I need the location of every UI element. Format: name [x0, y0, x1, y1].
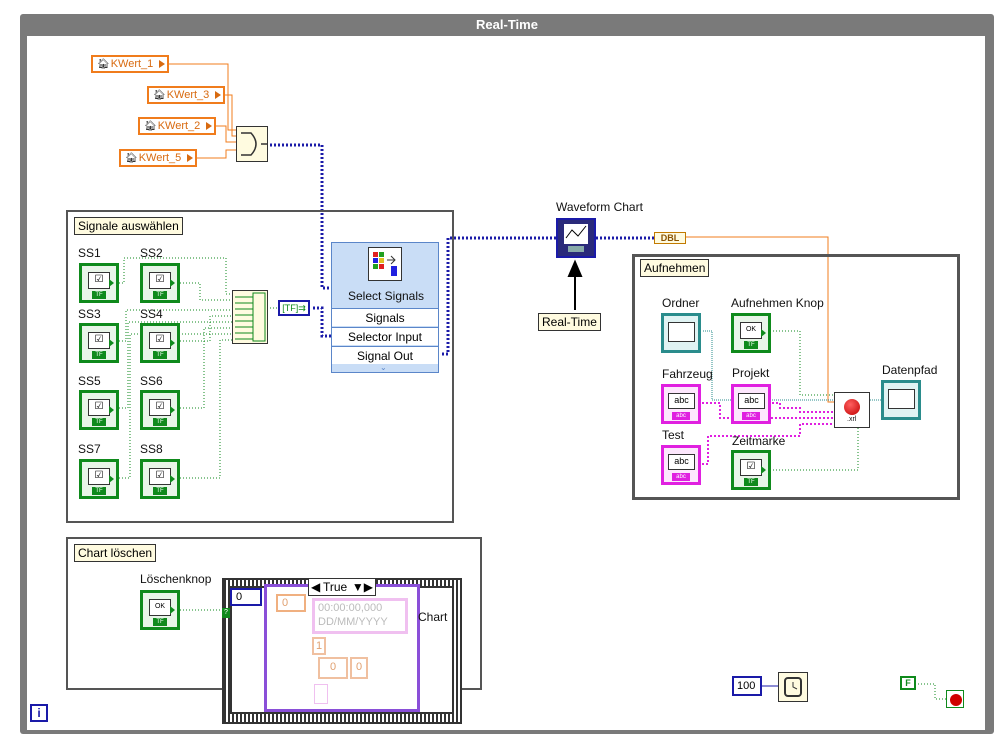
loeschenknop-label: Löschenknop	[140, 572, 212, 586]
index-constant[interactable]: 0	[230, 588, 262, 606]
kwert-1-constant[interactable]: 🏠︎KWert_1	[91, 55, 170, 73]
record-icon	[844, 399, 860, 415]
write-file-subvi[interactable]: .xrl	[834, 392, 870, 428]
clock-icon	[784, 677, 802, 697]
select-signals-vi[interactable]: Select Signals Signals Selector Input Si…	[331, 242, 439, 373]
dbl-coercion-badge: DBL	[654, 232, 686, 244]
case-selector[interactable]: ◀ True ▼▶	[308, 578, 376, 596]
empty-cluster	[314, 684, 328, 704]
loeschenknop-button[interactable]: OK TF	[140, 590, 180, 630]
ss8-switch[interactable]: ☑ TF	[140, 459, 180, 499]
stop-false-constant[interactable]: F	[900, 676, 916, 690]
kwert-5-constant[interactable]: 🏠︎KWert_5	[119, 149, 198, 167]
to-dynamic-converter[interactable]: [TF]⇉	[278, 300, 310, 316]
waveform-chart-label: Waveform Chart	[556, 200, 643, 214]
signal-out-port[interactable]: Signal Out	[332, 346, 438, 364]
datenpfad-path-indicator[interactable]	[881, 380, 921, 420]
ss1-switch[interactable]: ☑ TF	[79, 263, 119, 303]
kwert-2-constant[interactable]: 🏠︎KWert_2	[138, 117, 217, 135]
ss5-switch[interactable]: ☑ TF	[79, 390, 119, 430]
wait-timer-node[interactable]	[778, 672, 808, 702]
bool-build-array-node[interactable]	[232, 290, 268, 344]
stop-icon	[950, 694, 962, 706]
chart-icon	[564, 224, 588, 252]
zero-constant-b: 0	[350, 657, 368, 679]
timestamp-constant: 00:00:00,000 DD/MM/YYYY	[312, 598, 408, 634]
ss8-label: SS8	[140, 442, 163, 456]
waveform-chart-terminal[interactable]	[556, 218, 596, 258]
home-icon: 🏠︎	[97, 59, 110, 70]
ordner-label: Ordner	[662, 296, 700, 310]
array-icon	[235, 292, 266, 342]
select-signals-icon	[368, 247, 402, 281]
kwert-3-constant[interactable]: 🏠︎KWert_3	[147, 86, 226, 104]
ss5-label: SS5	[78, 374, 101, 388]
home-icon: 🏠︎	[153, 90, 166, 101]
ss7-switch[interactable]: ☑ TF	[79, 459, 119, 499]
projekt-string-terminal[interactable]: abc abc	[731, 384, 771, 424]
case-selector-terminal[interactable]: ?	[222, 608, 230, 618]
build-array-icon	[241, 132, 267, 156]
case-next-icon[interactable]: ▼▶	[352, 579, 373, 595]
chart-property-label: Chart	[418, 610, 448, 624]
ss6-switch[interactable]: ☑ TF	[140, 390, 180, 430]
wait-ms-constant[interactable]: 100	[732, 676, 762, 696]
ss7-label: SS7	[78, 442, 101, 456]
home-icon: 🏠︎	[144, 121, 157, 132]
ss3-switch[interactable]: ☑ TF	[79, 323, 119, 363]
ss2-label: SS2	[140, 246, 163, 260]
zeitmarke-switch[interactable]: ☑ TF	[731, 450, 771, 490]
ordner-path-terminal[interactable]	[661, 313, 701, 353]
loop-stop-terminal[interactable]	[946, 690, 964, 708]
chart-clear-structure-title: Chart löschen	[74, 544, 157, 562]
iteration-terminal[interactable]: i	[30, 704, 48, 722]
one-constant: 1	[312, 637, 326, 655]
ss4-label: SS4	[140, 307, 163, 321]
test-label: Test	[662, 428, 685, 442]
signals-port[interactable]: Signals	[332, 308, 438, 326]
record-structure-title: Aufnehmen	[640, 259, 710, 277]
inner-index: 0	[276, 594, 306, 612]
projekt-label: Projekt	[732, 366, 770, 380]
datenpfad-label: Datenpfad	[882, 363, 938, 377]
ss2-switch[interactable]: ☑ TF	[140, 263, 180, 303]
selector-input-port[interactable]: Selector Input	[332, 327, 438, 345]
select-signals-title: Select Signals	[347, 289, 425, 303]
ss3-label: SS3	[78, 307, 101, 321]
zero-constant-a: 0	[318, 657, 348, 679]
zeitmarke-label: Zeitmarke	[732, 434, 786, 448]
fahrzeug-string-terminal[interactable]: abc abc	[661, 384, 701, 424]
expand-arrow-icon[interactable]: ⌄	[380, 364, 392, 372]
aufnehmen-knop-button[interactable]: OK TF	[731, 313, 771, 353]
ss1-label: SS1	[78, 246, 101, 260]
test-string-terminal[interactable]: abc abc	[661, 445, 701, 485]
fahrzeug-label: Fahrzeug	[662, 367, 713, 381]
aufnehmen-knop-label: Aufnehmen Knop	[731, 296, 824, 310]
home-icon: 🏠︎	[125, 153, 138, 164]
signals-structure-title: Signale auswählen	[74, 217, 183, 235]
realtime-annotation: Real-Time	[538, 313, 601, 331]
build-array-node[interactable]	[236, 126, 268, 162]
ss4-switch[interactable]: ☑ TF	[140, 323, 180, 363]
case-prev-icon[interactable]: ◀	[311, 579, 320, 595]
ss6-label: SS6	[140, 374, 163, 388]
